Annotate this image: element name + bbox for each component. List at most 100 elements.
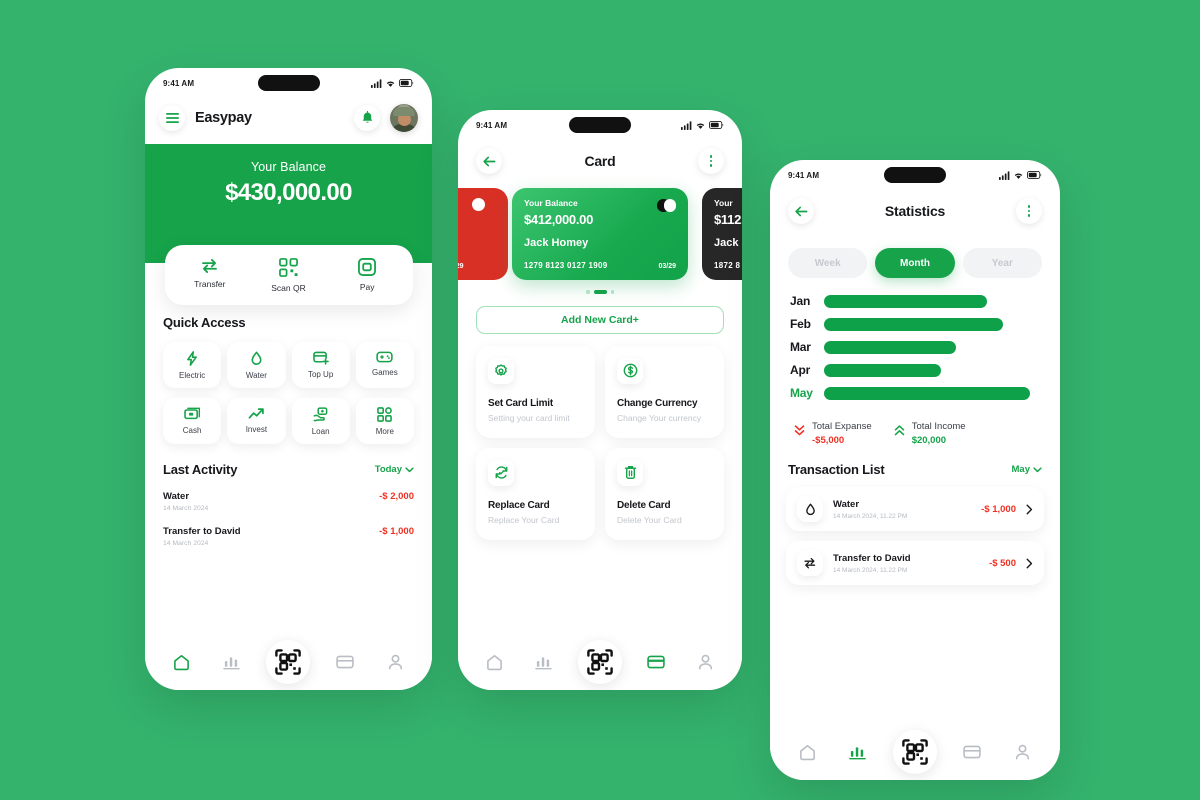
option-title: Delete Card (617, 499, 671, 511)
notification-button[interactable] (354, 105, 380, 131)
card-balance-label: Your Balance (524, 198, 578, 208)
nav-statistics[interactable] (529, 647, 559, 677)
bar-value (824, 317, 1004, 331)
balance-label: Your Balance (250, 160, 327, 174)
grid-more-icon (377, 407, 393, 422)
activity-row[interactable]: Water 14 March 2024 -$ 2,000 (163, 491, 414, 512)
card-icon (336, 655, 355, 669)
option-subtitle: Delete Your Card (617, 514, 682, 525)
status-bar: 9:41 AM (770, 160, 1060, 190)
transaction-date: 14 March 2024, 11.22 PM (833, 512, 908, 520)
quick-access-invest[interactable]: Invest (227, 398, 286, 444)
avatar[interactable] (390, 104, 418, 132)
carousel-pager[interactable] (458, 290, 742, 294)
option-title: Set Card Limit (488, 397, 553, 409)
quick-access-cash[interactable]: Cash (163, 398, 222, 444)
back-button[interactable] (476, 148, 502, 174)
bar-month-label: Jan (790, 294, 811, 308)
nav-home[interactable] (480, 647, 510, 677)
add-new-card-button[interactable]: Add New Card+ (476, 305, 724, 334)
nav-qr-scan[interactable] (892, 730, 937, 774)
nav-home[interactable] (167, 647, 197, 677)
bar-value (824, 340, 956, 354)
last-activity-filter[interactable]: Today (375, 464, 414, 475)
bar-month-label: Mar (790, 340, 811, 354)
quick-access-loan[interactable]: Loan (291, 398, 350, 444)
phone-statistics-screen: 9:41 AM Statistics Week Month Year Jan Fe… (770, 160, 1060, 780)
chevron-right-icon[interactable] (1026, 558, 1033, 569)
segment-week[interactable]: Week (788, 248, 868, 278)
home-body: Quick Access Electric Water Top Up Games… (145, 263, 432, 547)
transaction-info: Transfer to David 14 March 2024, 11.22 P… (833, 553, 979, 574)
activity-row[interactable]: Transfer to David 14 March 2024 -$ 1,000 (163, 526, 414, 547)
pager-dot[interactable] (610, 290, 614, 294)
action-scan-qr[interactable]: Scan QR (255, 258, 321, 293)
card-item-right[interactable]: Your $112, Jack 1872 8 (702, 188, 742, 280)
app-bar: Easypay (145, 98, 432, 144)
nav-profile[interactable] (1008, 737, 1038, 767)
signal-icon (999, 170, 1010, 180)
nav-statistics[interactable] (843, 737, 873, 767)
page-title: Card (584, 153, 616, 169)
status-bar: 9:41 AM (458, 110, 742, 140)
nav-cards[interactable] (330, 647, 360, 677)
nav-statistics[interactable] (217, 647, 247, 677)
card-expiry: 03/29 (458, 263, 464, 270)
quick-access-more[interactable]: More (355, 398, 414, 444)
cash-icon (183, 407, 200, 420)
battery-icon (399, 79, 414, 87)
nav-home[interactable] (792, 737, 822, 767)
segment-year[interactable]: Year (962, 248, 1042, 278)
quick-access-label: Cash (182, 426, 202, 435)
quick-access-electric[interactable]: Electric (163, 342, 222, 388)
option-set-card-limit[interactable]: Set Card Limit Setting your card limit (476, 345, 595, 438)
quick-access-water[interactable]: Water (227, 342, 286, 388)
nav-qr-scan[interactable] (577, 640, 622, 684)
nav-cards[interactable] (957, 737, 987, 767)
menu-button[interactable] (159, 105, 185, 131)
segment-month[interactable]: Month (875, 248, 955, 278)
nav-profile[interactable] (690, 647, 720, 677)
transaction-row[interactable]: Water 14 March 2024, 11.22 PM -$ 1,000 (786, 487, 1044, 531)
page-title: Statistics (884, 203, 946, 219)
option-change-currency[interactable]: Change Currency Change Your currency (605, 345, 724, 438)
nav-qr-scan[interactable] (266, 640, 311, 684)
card-number: 1279 8123 0127 1909 (524, 261, 608, 270)
back-button[interactable] (788, 198, 814, 224)
bar-row: Mar (780, 340, 1042, 354)
quick-access-topup[interactable]: Top Up (291, 342, 350, 388)
transaction-row[interactable]: Transfer to David 14 March 2024, 11.22 P… (786, 541, 1044, 585)
transaction-month-filter[interactable]: May (1012, 464, 1042, 475)
add-new-card-label: Add New Card+ (561, 313, 639, 326)
nav-profile[interactable] (380, 647, 410, 677)
total-income-text: Total Income $20,000 (912, 421, 966, 446)
card-item-active[interactable]: Your Balance $412,000.00 Jack Homey 1279… (512, 188, 688, 280)
total-expense: Total Expanse -$5,000 (794, 421, 872, 446)
option-replace-card[interactable]: Replace Card Replace Your Card (476, 447, 595, 541)
action-pay[interactable]: Pay (334, 258, 400, 293)
nav-cards[interactable] (641, 647, 671, 677)
gamepad-icon (376, 351, 394, 363)
transaction-month-label: May (1011, 464, 1030, 475)
card-item-left[interactable]: 03/29 (458, 188, 508, 280)
bar-month-label: Apr (790, 363, 811, 377)
card-footer: 03/29 (458, 263, 496, 270)
card-balance-label: Your (714, 198, 733, 208)
chevrons-up-icon (894, 425, 904, 436)
option-delete-card[interactable]: Delete Card Delete Your Card (605, 447, 724, 541)
bar-value (824, 363, 942, 377)
pager-dot[interactable] (586, 290, 590, 294)
chevron-down-icon (1033, 466, 1042, 472)
chevron-right-icon[interactable] (1026, 504, 1033, 515)
more-button[interactable] (1016, 198, 1042, 224)
transaction-date: 14 March 2024, 11.22 PM (833, 566, 908, 574)
home-icon (174, 654, 190, 670)
activity-amount: -$ 2,000 (379, 491, 414, 502)
card-carousel[interactable]: 03/29 Your Balance $412,000.00 Jack Home… (458, 188, 742, 280)
bottom-nav (770, 724, 1060, 780)
action-transfer[interactable]: Transfer (177, 258, 243, 293)
quick-access-games[interactable]: Games (355, 342, 414, 388)
more-button[interactable] (697, 148, 724, 174)
pager-dot-active[interactable] (593, 290, 607, 294)
bottom-nav (145, 634, 432, 690)
